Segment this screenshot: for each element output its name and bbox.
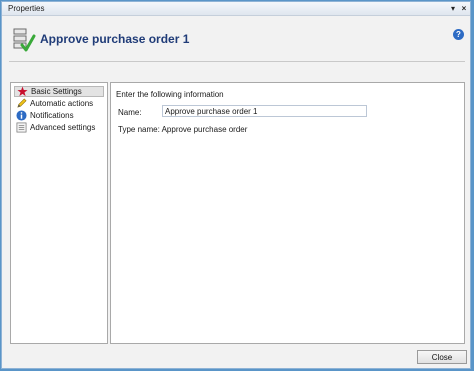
nav-item-advanced-settings[interactable]: Advanced settings [14,122,104,133]
properties-window: Properties ▾ × Approve purchase order 1 … [1,1,471,369]
header-divider [9,61,465,62]
close-button[interactable]: Close [417,350,467,364]
nav-item-label: Basic Settings [31,87,82,96]
info-icon [16,110,27,121]
name-field[interactable] [162,105,367,117]
workflow-approve-icon [13,28,36,52]
title-bar: Properties ▾ × [2,2,470,16]
page-title: Approve purchase order 1 [40,32,190,46]
dropdown-arrow-icon[interactable]: ▾ [448,4,458,13]
nav-item-notifications[interactable]: Notifications [14,110,104,121]
nav-item-automatic-actions[interactable]: Automatic actions [14,98,104,109]
nav-item-label: Automatic actions [30,99,94,108]
star-icon [17,86,28,97]
settings-nav: Basic Settings Automatic actions Notific… [10,82,108,344]
basic-settings-panel: Enter the following information Name: Ty… [110,82,465,344]
help-icon[interactable]: ? [453,29,464,40]
nav-item-basic-settings[interactable]: Basic Settings [14,86,104,97]
type-name-text: Type name: Approve purchase order [118,125,248,134]
instructions-text: Enter the following information [116,90,224,99]
header: Approve purchase order 1 ? [2,16,470,62]
window-title: Properties [8,4,45,13]
nav-item-label: Advanced settings [30,123,96,132]
settings-list-icon [16,122,27,133]
nav-item-label: Notifications [30,111,74,120]
close-window-icon[interactable]: × [459,4,469,13]
pencil-icon [17,98,27,108]
name-label: Name: [118,108,142,117]
